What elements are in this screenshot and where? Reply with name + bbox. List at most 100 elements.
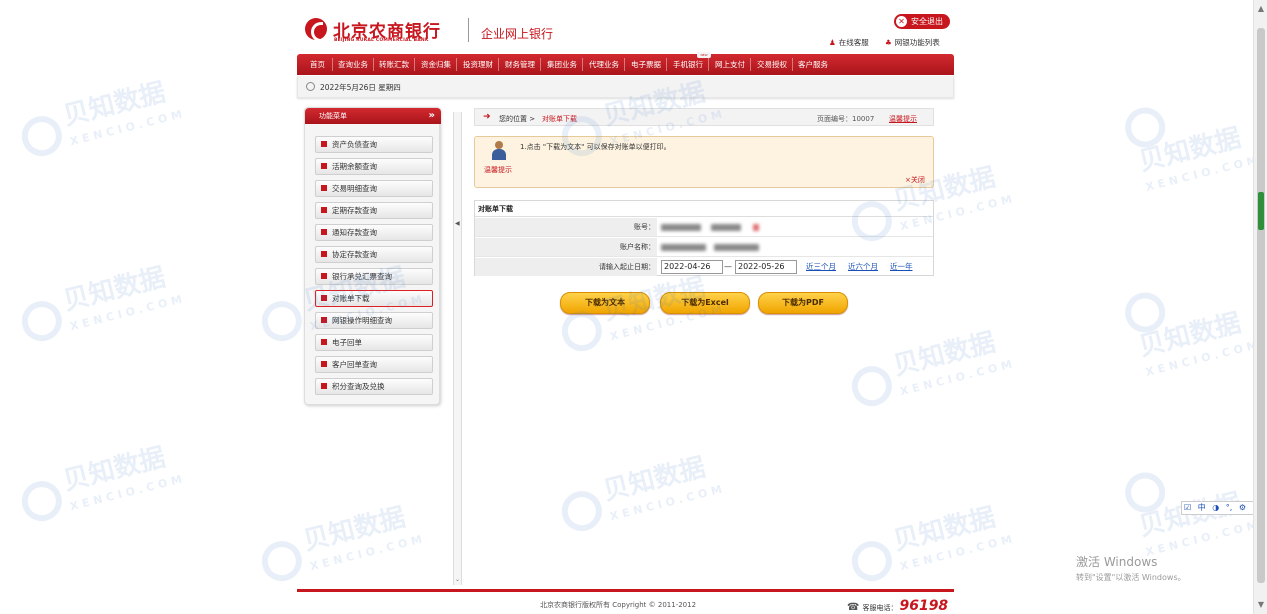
nav-item-customer-service[interactable]: 客户服务 <box>794 54 832 75</box>
footer: 北京农商银行版权所有 Copyright © 2011-2012 ☎ 客服电话： 9… <box>297 598 954 614</box>
main-nav: 首页 查询业务 转账汇款 资金归集 投资理财 财务管理 集团业务 代理业务 电子… <box>297 52 954 75</box>
watermark: 贝知数据XENCIO.COM <box>256 501 429 591</box>
watermark: 贝知数据XENCIO.COM <box>1120 265 1267 387</box>
bullet-icon <box>321 229 327 235</box>
scroll-down-icon[interactable]: ▼ <box>1254 598 1267 612</box>
tip-link[interactable]: 温馨提示 <box>889 114 917 124</box>
logout-label: 安全退出 <box>911 17 943 26</box>
date-range-row: 请输入起止日期： 2022-04-26 — 2022-05-26 近三个月 近六… <box>475 258 933 277</box>
sidebar-item-balance-sheet[interactable]: 资产负债查询 <box>315 136 433 153</box>
vertical-scrollbar[interactable]: ▲ ▼ <box>1253 0 1267 614</box>
bullet-icon <box>321 163 327 169</box>
sidebar-item-acceptance-bill[interactable]: 银行承兑汇票查询 <box>315 268 433 285</box>
bullet-icon <box>321 251 327 257</box>
account-row: 账号： <box>475 218 933 237</box>
date-range-label: 请输入起止日期： <box>475 258 657 276</box>
sidebar-item-statement-download[interactable]: 对账单下载 <box>315 290 433 307</box>
ime-settings-icon[interactable]: ⚙ <box>1239 503 1246 512</box>
copyright: 北京农商银行版权所有 Copyright © 2011-2012 <box>540 601 697 609</box>
function-list-link[interactable]: ♣ 网银功能列表 <box>885 37 940 48</box>
activation-title: 激活 Windows <box>1076 555 1158 569</box>
watermark: 贝知数据XENCIO.COM <box>16 76 189 166</box>
nav-item-online-payment[interactable]: 网上支付 <box>711 54 749 75</box>
nav-item-e-bill[interactable]: 电子票据 <box>627 54 665 75</box>
range-one-year-link[interactable]: 近一年 <box>890 258 913 276</box>
watermark-logo-icon <box>257 296 307 346</box>
function-menu: 功能菜单 » 资产负债查询 活期余额查询 交易明细查询 定期存款查询 通知存款查… <box>304 107 441 405</box>
nav-item-investment[interactable]: 投资理财 <box>459 54 497 75</box>
download-pdf-button[interactable]: 下载为PDF <box>758 292 848 314</box>
sidebar-item-current-balance[interactable]: 活期余额查询 <box>315 158 433 175</box>
range-three-months-link[interactable]: 近三个月 <box>806 258 836 276</box>
ime-expand-icon[interactable]: ☑ <box>1184 503 1191 512</box>
ime-punctuation-icon[interactable]: °, <box>1226 503 1233 512</box>
scroll-up-icon[interactable]: ▲ <box>1254 2 1267 16</box>
page-number: 页面编号：10007 <box>817 115 875 123</box>
statement-form: 对账单下载 账号： 账户名称： 请输入起止日期： 2022-04-26 — 20… <box>474 200 934 276</box>
end-date-input[interactable]: 2022-05-26 <box>735 260 797 274</box>
sidebar-item-notice-deposit[interactable]: 通知存款查询 <box>315 224 433 241</box>
bullet-icon <box>321 207 327 213</box>
watermark-logo-icon <box>17 111 67 161</box>
watermark-logo-icon <box>847 536 897 586</box>
notice-close-button[interactable]: ×关闭 <box>905 175 925 185</box>
sidebar-item-points[interactable]: 积分查询及兑换 <box>315 378 433 395</box>
watermark-logo-icon <box>17 476 67 526</box>
arrow-left-icon[interactable]: ◀ <box>455 220 460 227</box>
download-text-button[interactable]: 下载为文本 <box>560 292 650 314</box>
nav-item-transfer[interactable]: 转账汇款 <box>375 54 413 75</box>
nav-item-authorization[interactable]: 交易授权 <box>753 54 791 75</box>
watermark: 贝知数据XENCIO.COM <box>846 326 1019 416</box>
sidebar-item-fixed-deposit[interactable]: 定期存款查询 <box>315 202 433 219</box>
breadcrumb-label: 您的位置 > <box>499 115 536 123</box>
form-title: 对账单下载 <box>475 201 933 217</box>
watermark-logo-icon <box>847 361 897 411</box>
notice-box: 温馨提示 1.点击 "下载为文本" 可以保存对账单以便打印。 ×关闭 <box>474 136 934 188</box>
sidebar-item-operation-log[interactable]: 网银操作明细查询 <box>315 312 433 329</box>
sitemap-icon: ♣ <box>885 38 892 47</box>
content-bottom-bar <box>297 589 954 592</box>
function-menu-header: 功能菜单 » <box>305 108 441 124</box>
sidebar-toggle-bar[interactable]: ◀ ⌄ <box>453 112 462 585</box>
bullet-icon <box>321 317 327 323</box>
sidebar-item-agreed-deposit[interactable]: 协定存款查询 <box>315 246 433 263</box>
download-excel-button[interactable]: 下载为Excel <box>660 292 750 314</box>
bank-name-en: BEIJING RURAL COMMERCIAL BANK <box>334 38 429 43</box>
activation-hint: 转到"设置"以激活 Windows。 <box>1076 573 1186 582</box>
date-separator: — <box>724 262 732 271</box>
nav-item-query[interactable]: 查询业务 <box>334 54 372 75</box>
nav-item-fund-collection[interactable]: 资金归集 <box>417 54 455 75</box>
collapse-menu-icon[interactable]: » <box>429 108 435 124</box>
ime-toolbar: ☑ 中 ◑ °, ⚙ <box>1181 501 1261 515</box>
logout-button[interactable]: ✕ 安全退出 <box>894 14 950 29</box>
watermark-logo-icon <box>557 306 607 356</box>
watermark-logo-icon <box>557 486 607 536</box>
watermark: 贝知数据XENCIO.COM <box>846 501 1019 591</box>
bullet-icon <box>321 295 327 301</box>
account-label: 账号： <box>475 218 657 236</box>
start-date-input[interactable]: 2022-04-26 <box>661 260 723 274</box>
nav-item-finance[interactable]: 财务管理 <box>501 54 539 75</box>
close-icon: ✕ <box>896 16 907 27</box>
range-six-months-link[interactable]: 近六个月 <box>848 258 878 276</box>
bullet-icon <box>321 273 327 279</box>
ime-halfwidth-icon[interactable]: ◑ <box>1212 503 1219 512</box>
online-service-link[interactable]: ♟ 在线客服 <box>829 37 869 48</box>
chevron-down-icon[interactable]: ⌄ <box>455 576 460 583</box>
watermark-logo-icon <box>1120 468 1170 517</box>
scrollbar-thumb[interactable] <box>1257 28 1265 583</box>
sidebar-item-receipt-query[interactable]: 客户回单查询 <box>315 356 433 373</box>
nav-item-group[interactable]: 集团业务 <box>543 54 581 75</box>
nav-item-agency[interactable]: 代理业务 <box>585 54 623 75</box>
person-icon: ♟ <box>829 38 836 47</box>
watermark: 贝知数据XENCIO.COM <box>556 451 729 541</box>
nav-item-home[interactable]: 首页 <box>306 54 329 75</box>
ime-chinese-mode[interactable]: 中 <box>1198 503 1206 512</box>
account-name-row: 账户名称： <box>475 238 933 257</box>
logo-divider <box>468 18 469 42</box>
sidebar-item-transaction-detail[interactable]: 交易明细查询 <box>315 180 433 197</box>
windows-activation-notice: 激活 Windows 转到"设置"以激活 Windows。 <box>1076 553 1186 583</box>
scroll-marker <box>1258 192 1264 230</box>
watermark: 贝知数据XENCIO.COM <box>16 441 189 531</box>
sidebar-item-e-receipt[interactable]: 电子回单 <box>315 334 433 351</box>
